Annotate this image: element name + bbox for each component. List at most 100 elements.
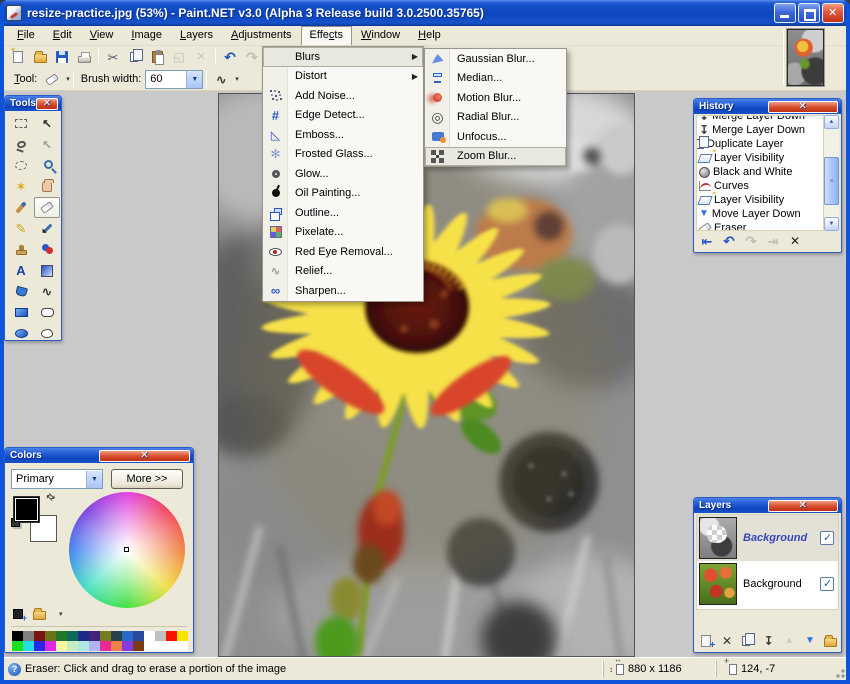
menu-image[interactable]: Image (122, 27, 171, 44)
color-swatch[interactable] (78, 631, 89, 641)
color-swatch[interactable] (45, 631, 56, 641)
duplicate-layer-button[interactable] (739, 633, 756, 650)
copy-button[interactable] (124, 47, 146, 67)
tool-zoom[interactable] (34, 155, 60, 176)
menu-edit[interactable]: Edit (44, 27, 81, 44)
tool-rectangle[interactable] (8, 302, 34, 323)
effects-menu-item-red-eye-removal[interactable]: Red Eye Removal... (263, 242, 423, 262)
history-item[interactable]: ▼Move Layer Down (697, 207, 823, 221)
history-palette-titlebar[interactable]: History ✕ (694, 99, 841, 114)
blurs-menu-item-motion-blur[interactable]: Motion Blur... (425, 88, 566, 108)
menu-help[interactable]: Help (409, 27, 450, 44)
colors-palette-titlebar[interactable]: Colors ✕ (5, 448, 193, 463)
curve-style-dropdown[interactable]: ∿ (210, 69, 232, 89)
color-swatch[interactable] (122, 631, 133, 641)
tool-color-picker[interactable] (34, 218, 60, 239)
history-item[interactable]: ↧Merge Layer Down (697, 115, 823, 123)
tool-freeform-shape[interactable] (34, 323, 60, 344)
menu-adjustments[interactable]: Adjustments (222, 27, 301, 44)
new-document-button[interactable] (7, 47, 29, 67)
more-button[interactable]: More >> (111, 469, 183, 489)
color-swatch[interactable] (133, 641, 144, 651)
tool-ellipse-select[interactable] (8, 155, 34, 176)
delete-history-button[interactable]: ✕ (786, 233, 804, 250)
color-swatch[interactable] (89, 631, 100, 641)
restore-button[interactable] (798, 3, 820, 23)
paste-button[interactable] (146, 47, 168, 67)
layers-palette-titlebar[interactable]: Layers ✕ (694, 498, 841, 513)
effects-menu-item-sharpen[interactable]: ∞Sharpen... (263, 281, 423, 301)
history-item[interactable]: Black and White (697, 165, 823, 179)
tool-paintbrush[interactable] (8, 197, 34, 218)
close-icon[interactable]: ✕ (36, 98, 58, 110)
scroll-down-icon[interactable]: ▼ (824, 217, 839, 231)
color-swatch[interactable] (78, 641, 89, 651)
tool-magic-wand[interactable]: ✶ (8, 176, 34, 197)
close-button[interactable] (822, 3, 844, 23)
layer-visible-checkbox[interactable] (820, 577, 834, 591)
blurs-menu-item-radial-blur[interactable]: ◎Radial Blur... (425, 108, 566, 128)
primary-color-swatch[interactable] (13, 496, 40, 523)
blurs-menu-item-unfocus[interactable]: Unfocus... (425, 127, 566, 147)
color-swatch[interactable] (12, 631, 23, 641)
brush-width-combobox[interactable]: 60 ▼ (145, 70, 203, 89)
tool-text[interactable]: A (8, 260, 34, 281)
save-button[interactable] (51, 47, 73, 67)
tool-pencil[interactable]: ✎ (8, 218, 34, 239)
color-swatch[interactable] (177, 631, 188, 641)
color-swatch[interactable] (67, 631, 78, 641)
tool-move-selected-pixels[interactable]: ↖ (34, 113, 60, 134)
color-swatch[interactable] (23, 641, 34, 651)
color-swatch[interactable] (155, 641, 166, 651)
redo-button[interactable]: ↷ (742, 233, 760, 250)
swap-colors-icon[interactable]: ⇄ (43, 491, 57, 505)
color-swatch[interactable] (177, 641, 188, 651)
color-wheel[interactable] (69, 492, 185, 608)
scrollbar-thumb[interactable]: ≡ (824, 157, 839, 205)
effects-menu-item-frosted-glass[interactable]: ✻Frosted Glass... (263, 145, 423, 165)
history-item[interactable]: Eraser (697, 221, 823, 231)
tool-lasso-select[interactable] (8, 134, 34, 155)
tool-clone-stamp[interactable] (8, 239, 34, 260)
blurs-menu-item-median[interactable]: Median... (425, 69, 566, 89)
history-item[interactable]: Layer Visibility (697, 193, 823, 207)
delete-layer-button[interactable]: ✕ (719, 633, 736, 650)
layer-properties-button[interactable] (822, 633, 839, 650)
color-swatch[interactable] (100, 641, 111, 651)
tool-gradient[interactable] (34, 260, 60, 281)
current-tool-dropdown[interactable] (41, 69, 63, 89)
effects-menu-item-relief[interactable]: ∿Relief... (263, 262, 423, 282)
tool-move-selection[interactable]: ↖ (34, 134, 60, 155)
color-swatch[interactable] (166, 641, 177, 651)
cut-button[interactable]: ✂ (102, 47, 124, 67)
effects-menu-item-blurs[interactable]: Blurs▶ (263, 47, 423, 67)
menu-layers[interactable]: Layers (171, 27, 222, 44)
minimize-button[interactable] (774, 3, 796, 23)
effects-menu-item-pixelate[interactable]: Pixelate... (263, 223, 423, 243)
history-scrollbar[interactable]: ▲ ≡ ▼ (824, 115, 839, 231)
effects-menu-item-glow[interactable]: Glow... (263, 164, 423, 184)
add-color-icon[interactable] (13, 609, 23, 619)
print-button[interactable] (73, 47, 95, 67)
blurs-menu-item-gaussian-blur[interactable]: Gaussian Blur... (425, 49, 566, 69)
effects-menu-item-emboss[interactable]: ◺Emboss... (263, 125, 423, 145)
color-mode-select[interactable]: Primary ▼ (11, 469, 103, 489)
tool-ellipse[interactable] (8, 323, 34, 344)
tool-eraser[interactable] (34, 197, 60, 218)
color-swatch[interactable] (23, 631, 34, 641)
undo-button[interactable]: ↶ (219, 47, 241, 67)
undo-button[interactable]: ↶ (720, 233, 738, 250)
open-image-thumbnail[interactable] (787, 29, 824, 86)
blurs-menu-item-zoom-blur[interactable]: Zoom Blur... (425, 147, 566, 167)
color-swatch[interactable] (67, 641, 78, 651)
color-swatch[interactable] (89, 641, 100, 651)
color-swatch[interactable] (144, 631, 155, 641)
close-icon[interactable]: ✕ (768, 101, 839, 113)
color-swatch[interactable] (155, 631, 166, 641)
color-swatch[interactable] (45, 641, 56, 651)
fast-forward-button[interactable]: ⇥ (764, 233, 782, 250)
close-icon[interactable]: ✕ (768, 500, 839, 512)
tool-rounded-rectangle[interactable] (34, 302, 60, 323)
menu-view[interactable]: View (81, 27, 123, 44)
chevron-down-icon[interactable]: ▼ (186, 71, 202, 88)
